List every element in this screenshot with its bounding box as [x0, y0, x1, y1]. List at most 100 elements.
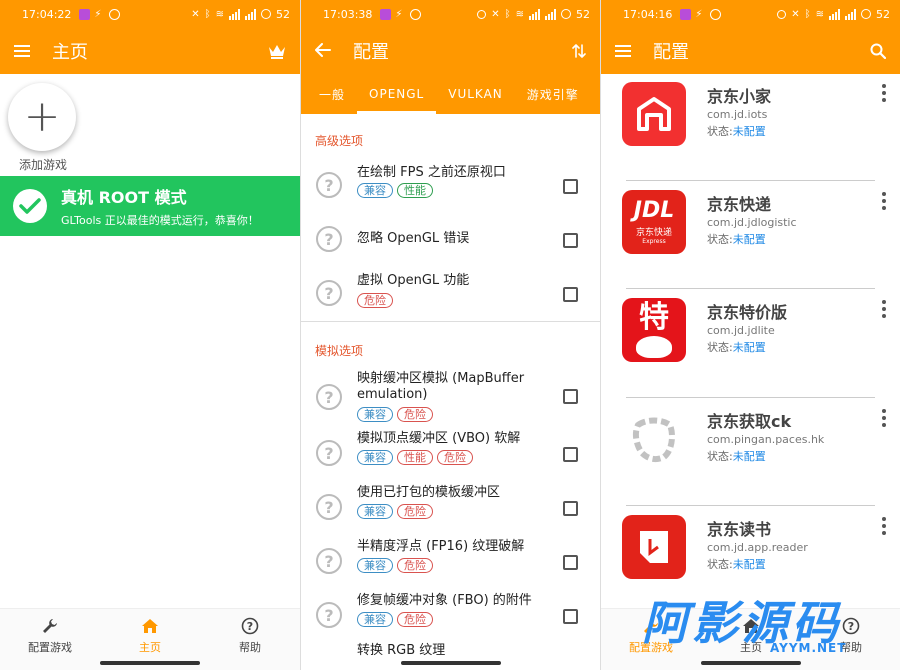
chip-compat: 兼容	[357, 504, 393, 519]
search-icon[interactable]	[870, 43, 886, 59]
help-icon[interactable]: ?	[316, 602, 342, 628]
app-package: com.pingan.paces.hk	[707, 433, 825, 446]
help-icon[interactable]: ?	[316, 172, 342, 198]
home-screen: 17:04:22 ⚡ ✕ ᛒ ≋ 52 主页 + 添加游戏 真机 ROOT 模式…	[0, 0, 300, 670]
nav-help[interactable]: ? 帮助	[200, 609, 300, 670]
status-label: 状态:	[707, 450, 733, 463]
signal-2-icon	[245, 8, 256, 20]
section-emulation-title: 模拟选项	[315, 344, 364, 358]
status-bar: 17:04:22 ⚡ ✕ ᛒ ≋ 52	[0, 0, 300, 28]
app-notification-icon	[380, 8, 392, 20]
app-item-jd-get-ck[interactable]: 京东获取ck com.pingan.paces.hk 状态:未配置	[601, 399, 900, 499]
option-mapbuffer-emulation[interactable]: ? 映射缓冲区模拟 (MapBuffer emulation) 兼容 危险	[301, 367, 600, 427]
chip-compat: 兼容	[357, 558, 393, 573]
status-bar: 17:03:38 ⚡ ✕ ᛒ ≋ 52	[301, 0, 600, 28]
menu-icon[interactable]	[615, 45, 631, 57]
option-convert-rgb-texture[interactable]: 转换 RGB 纹理	[301, 643, 600, 670]
more-options-icon[interactable]	[881, 517, 887, 535]
option-checkbox[interactable]	[563, 389, 578, 404]
home-icon	[141, 616, 159, 636]
option-ignore-gl-errors[interactable]: ? 忽略 OpenGL 错误	[301, 213, 600, 267]
status-time: 17:04:16	[623, 7, 673, 21]
gesture-bar[interactable]	[701, 661, 801, 665]
app-item-jd-reader[interactable]: 京东读书 com.jd.app.reader 状态:未配置	[601, 507, 900, 607]
battery-level: 52	[576, 7, 590, 21]
app-item-jd-express[interactable]: JDL 京东快递 Express 京东快递 com.jd.jdlogistic …	[601, 182, 900, 282]
sort-icon[interactable]	[572, 43, 586, 59]
mute-icon: ✕	[791, 8, 800, 20]
back-arrow-icon[interactable]	[315, 42, 331, 61]
tab-game-engine[interactable]: 游戏引擎	[515, 74, 591, 114]
option-vbo-emulation[interactable]: ? 模拟顶点缓冲区 (VBO) 软解 兼容 性能 危险	[301, 427, 600, 481]
help-icon[interactable]: ?	[316, 548, 342, 574]
option-checkbox[interactable]	[563, 179, 578, 194]
banner-subtitle: GLTools 正以最佳的模式运行，恭喜你！	[61, 214, 259, 227]
status-value: 未配置	[732, 558, 766, 571]
option-chips: 兼容 性能 危险	[357, 450, 473, 465]
nav-configure-games[interactable]: 配置游戏	[0, 609, 100, 670]
bluetooth-icon: ᛒ	[504, 8, 511, 20]
chip-performance: 性能	[397, 183, 433, 198]
option-checkbox[interactable]	[563, 447, 578, 462]
app-item-jd-lite[interactable]: 特 京东特价版 com.jd.jdlite 状态:未配置	[601, 290, 900, 390]
wrench-icon	[41, 616, 59, 636]
add-game-button[interactable]: +	[8, 83, 76, 151]
crown-icon[interactable]	[268, 43, 286, 59]
option-fix-fbo-attachments[interactable]: ? 修复帧缓冲对象 (FBO) 的附件 兼容 危险	[301, 589, 600, 643]
app-status: 状态:未配置	[707, 339, 766, 355]
check-icon	[13, 189, 47, 223]
option-checkbox[interactable]	[563, 609, 578, 624]
wifi-icon: ≋	[215, 8, 224, 20]
tab-vulkan[interactable]: VULKAN	[436, 74, 515, 114]
tab-general[interactable]: 一般	[307, 74, 357, 114]
option-checkbox[interactable]	[563, 233, 578, 248]
notification-icons: ⚡	[680, 8, 722, 20]
option-checkbox[interactable]	[563, 555, 578, 570]
alarm-icon	[777, 9, 787, 19]
menu-icon[interactable]	[14, 45, 30, 57]
list-divider	[626, 397, 875, 398]
watermark-logo: 阿影源码	[642, 596, 842, 650]
chip-danger: 危险	[437, 450, 473, 465]
option-fp16-texture-hack[interactable]: ? 半精度浮点 (FP16) 纹理破解 兼容 危险	[301, 535, 600, 589]
app-item-jd-xiaojia[interactable]: 京东小家 com.jd.iots 状态:未配置	[601, 74, 900, 174]
option-restore-viewport[interactable]: ? 在绘制 FPS 之前还原视口 兼容 性能	[301, 159, 600, 213]
nav-label: 帮助	[239, 641, 261, 654]
help-icon[interactable]: ?	[316, 384, 342, 410]
help-icon: ?	[842, 616, 860, 636]
option-checkbox[interactable]	[563, 501, 578, 516]
app-bar: 配置	[601, 28, 900, 74]
option-virtual-gl-features[interactable]: ? 虚拟 OpenGL 功能 危险	[301, 267, 600, 321]
battery-level: 52	[876, 7, 890, 21]
app-notification-icon	[79, 8, 91, 20]
option-chips: 兼容 危险	[357, 407, 433, 422]
app-package: com.jd.app.reader	[707, 541, 808, 554]
more-options-icon[interactable]	[881, 300, 887, 318]
nav-label: 配置游戏	[28, 641, 72, 654]
option-checkbox[interactable]	[563, 287, 578, 302]
signal-2-icon	[845, 8, 856, 20]
config-tabs: 一般 OPENGL VULKAN 游戏引擎	[301, 74, 600, 114]
chip-danger: 危险	[357, 293, 393, 308]
help-icon[interactable]: ?	[316, 280, 342, 306]
help-icon[interactable]: ?	[316, 226, 342, 252]
option-chips: 兼容 危险	[357, 504, 433, 519]
app-status: 状态:未配置	[707, 231, 766, 247]
watermark-url: AYYM.NET	[770, 641, 847, 655]
help-icon[interactable]: ?	[316, 494, 342, 520]
status-value: 未配置	[732, 233, 766, 246]
more-options-icon[interactable]	[881, 192, 887, 210]
gesture-bar[interactable]	[100, 661, 200, 665]
gesture-bar[interactable]	[400, 661, 501, 665]
tab-opengl[interactable]: OPENGL	[357, 74, 437, 114]
page-title: 主页	[52, 42, 88, 63]
more-options-icon[interactable]	[881, 84, 887, 102]
option-packed-stencil[interactable]: ? 使用已打包的模板缓冲区 兼容 危险	[301, 481, 600, 535]
bluetooth-icon: ᛒ	[804, 8, 811, 20]
battery-icon	[261, 9, 271, 19]
more-options-icon[interactable]	[881, 409, 887, 427]
option-label: 半精度浮点 (FP16) 纹理破解	[357, 539, 525, 554]
help-icon[interactable]: ?	[316, 440, 342, 466]
app-status: 状态:未配置	[707, 123, 766, 139]
add-game-label: 添加游戏	[19, 158, 68, 172]
